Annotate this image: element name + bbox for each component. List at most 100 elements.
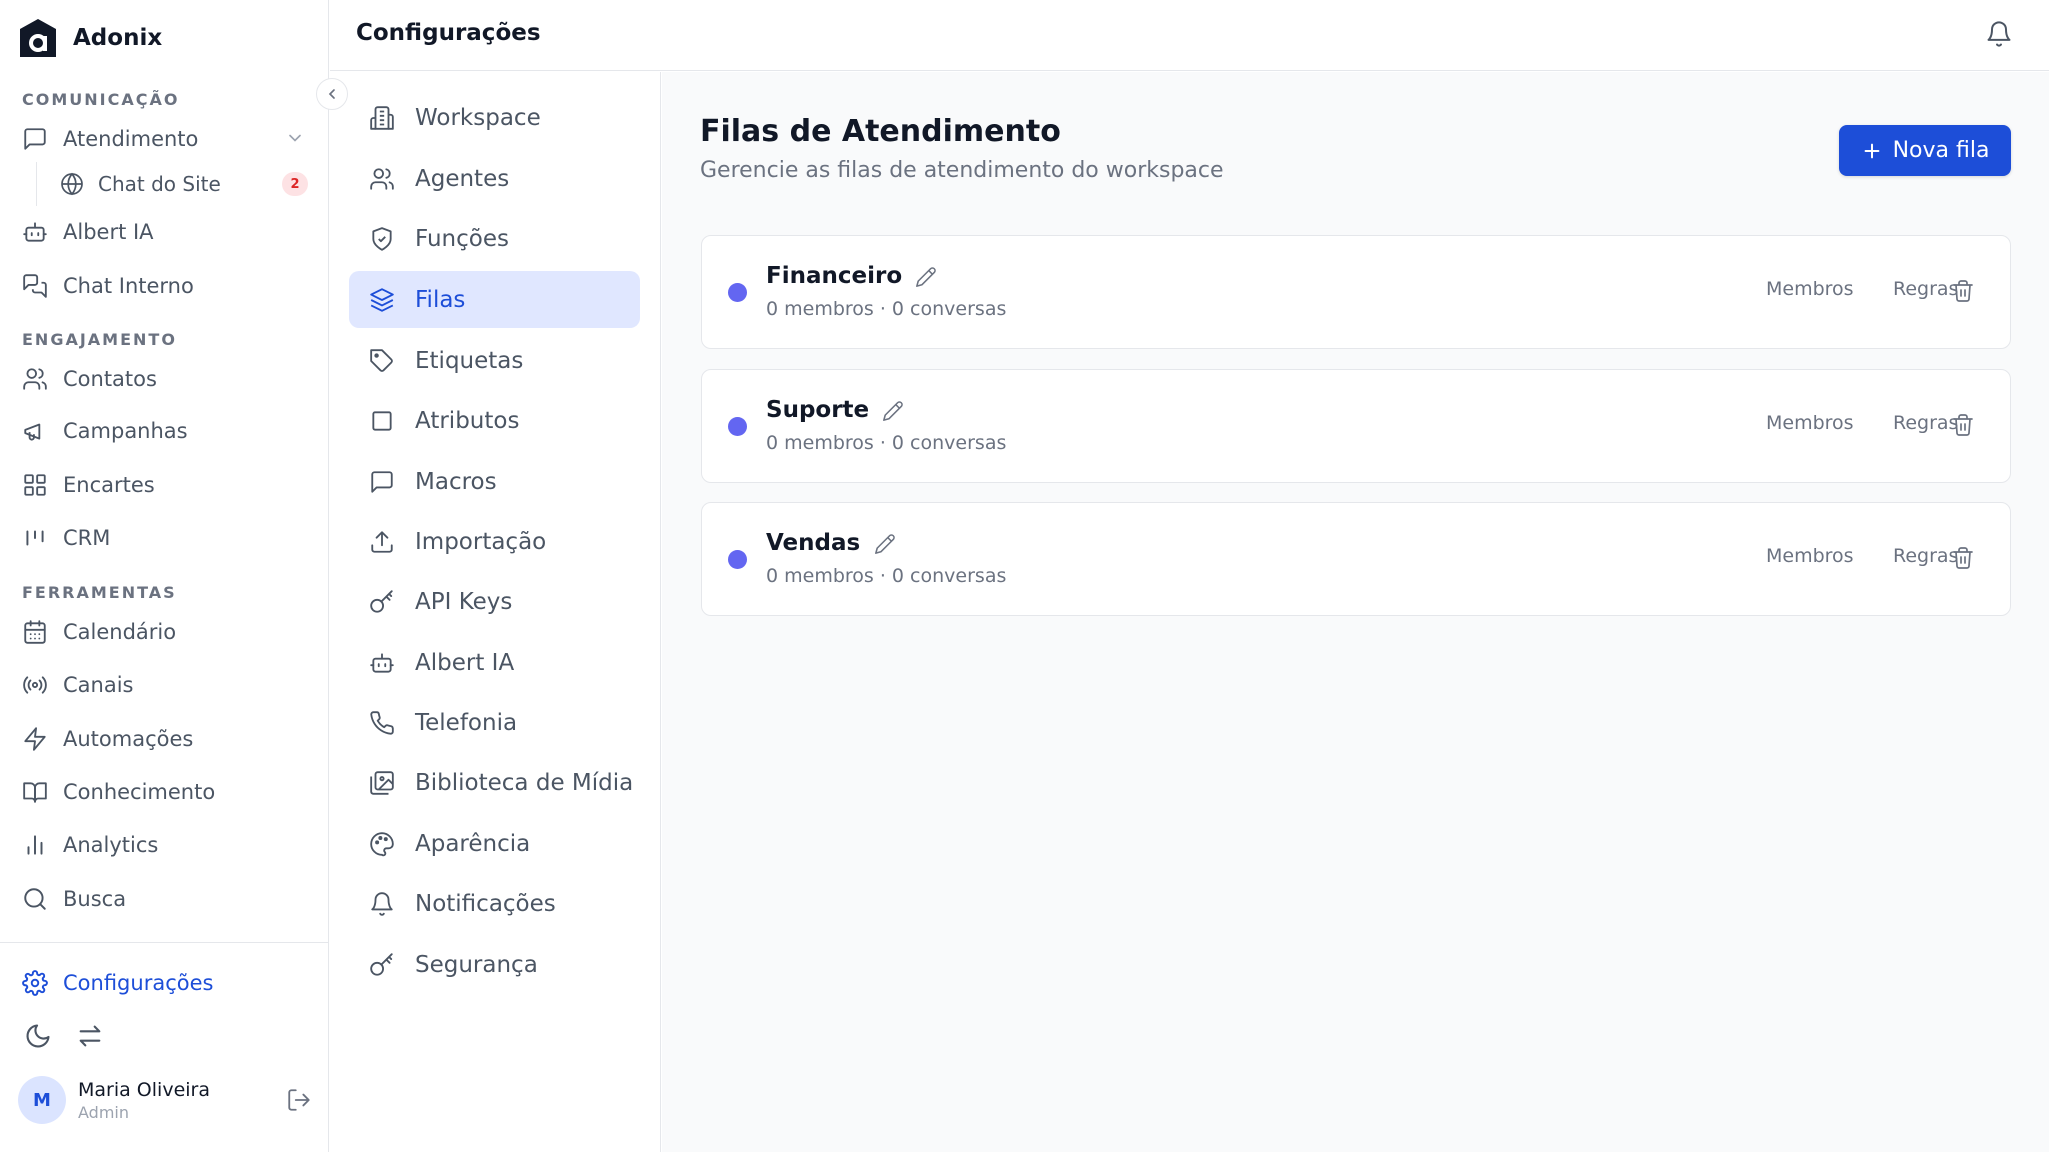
settings-nav-label: Notificações bbox=[415, 890, 556, 917]
sidebar-item-chat-interno[interactable]: Chat Interno bbox=[22, 268, 194, 304]
page-title: Filas de Atendimento bbox=[700, 114, 1061, 149]
queue-name: Vendas bbox=[766, 530, 861, 556]
submenu-guide-line bbox=[36, 162, 37, 206]
settings-nav-api-keys[interactable]: API Keys bbox=[349, 573, 640, 630]
queue-members-link[interactable]: Membros bbox=[1766, 412, 1854, 434]
sidebar-item-configuracoes[interactable]: Configurações bbox=[22, 965, 213, 1001]
settings-nav-telefonia[interactable]: Telefonia bbox=[349, 694, 640, 751]
sidebar-item-calendario[interactable]: Calendário bbox=[22, 614, 176, 650]
sidebar-item-busca[interactable]: Busca bbox=[22, 881, 126, 917]
settings-nav-macros[interactable]: Macros bbox=[349, 453, 640, 510]
settings-nav-seguranca[interactable]: Segurança bbox=[349, 936, 640, 993]
settings-nav-label: Workspace bbox=[415, 104, 541, 131]
settings-nav-label: Aparência bbox=[415, 830, 531, 857]
sidebar-item-label: Calendário bbox=[63, 620, 177, 644]
queue-card: Suporte 0 membros · 0 conversas Membros … bbox=[701, 369, 2011, 483]
sidebar-item-label: Chat do Site bbox=[98, 172, 221, 196]
settings-nav-importacao[interactable]: Importação bbox=[349, 513, 640, 570]
settings-nav-label: Funções bbox=[415, 225, 509, 252]
trash-icon[interactable] bbox=[1951, 279, 1975, 303]
sidebar-item-analytics[interactable]: Analytics bbox=[22, 827, 158, 863]
square-icon bbox=[369, 408, 395, 434]
settings-nav-label: Importação bbox=[415, 528, 547, 555]
phone-icon bbox=[369, 710, 395, 736]
main-sidebar: Adonix Comunicação Atendimento Chat do S… bbox=[0, 0, 329, 1152]
images-icon bbox=[369, 770, 395, 796]
pencil-icon[interactable] bbox=[874, 533, 896, 555]
user-profile[interactable]: M Maria Oliveira Admin bbox=[18, 1076, 312, 1124]
chevron-down-icon[interactable] bbox=[285, 128, 305, 148]
trash-icon[interactable] bbox=[1951, 546, 1975, 570]
settings-nav-aparencia[interactable]: Aparência bbox=[349, 815, 640, 872]
main-content: Filas de Atendimento Gerencie as filas d… bbox=[662, 72, 2049, 1152]
queue-members-link[interactable]: Membros bbox=[1766, 545, 1854, 567]
bell-icon[interactable] bbox=[1985, 20, 2013, 48]
palette-icon bbox=[369, 831, 395, 857]
queue-card: Financeiro 0 membros · 0 conversas Membr… bbox=[701, 235, 2011, 349]
sidebar-item-chat-do-site[interactable]: Chat do Site 2 bbox=[60, 166, 308, 202]
sidebar-item-label: CRM bbox=[63, 526, 111, 550]
settings-nav-label: Filas bbox=[415, 286, 466, 313]
settings-nav-agentes[interactable]: Agentes bbox=[349, 150, 640, 207]
user-info: Maria Oliveira Admin bbox=[78, 1079, 210, 1122]
shield-icon bbox=[369, 226, 395, 252]
bot-icon bbox=[369, 650, 395, 676]
switch-arrows-icon[interactable] bbox=[76, 1022, 104, 1050]
sidebar-item-conhecimento[interactable]: Conhecimento bbox=[22, 774, 215, 810]
settings-nav-label: Albert IA bbox=[415, 649, 515, 676]
sidebar-item-canais[interactable]: Canais bbox=[22, 667, 134, 703]
moon-icon[interactable] bbox=[24, 1022, 52, 1050]
sidebar-item-label: Automações bbox=[63, 727, 194, 751]
sidebar-item-encartes[interactable]: Encartes bbox=[22, 467, 155, 503]
new-queue-button[interactable]: Nova fila bbox=[1839, 125, 2011, 176]
settings-nav-biblioteca-de-midia[interactable]: Biblioteca de Mídia bbox=[349, 754, 640, 811]
queue-meta: 0 membros · 0 conversas bbox=[766, 565, 1007, 587]
unread-badge: 2 bbox=[282, 172, 308, 196]
messages-icon bbox=[22, 273, 48, 299]
settings-nav-etiquetas[interactable]: Etiquetas bbox=[349, 332, 640, 389]
pencil-icon[interactable] bbox=[882, 400, 904, 422]
settings-nav-label: Biblioteca de Mídia bbox=[415, 769, 634, 796]
queue-rules-link[interactable]: Regras bbox=[1893, 278, 1958, 300]
section-label-engajamento: Engajamento bbox=[22, 330, 177, 349]
pencil-icon[interactable] bbox=[915, 266, 937, 288]
queue-color-dot bbox=[728, 550, 747, 569]
globe-icon bbox=[60, 172, 84, 196]
sidebar-item-label: Albert IA bbox=[63, 220, 154, 244]
trash-icon[interactable] bbox=[1951, 413, 1975, 437]
queue-rules-link[interactable]: Regras bbox=[1893, 545, 1958, 567]
settings-nav-label: Segurança bbox=[415, 951, 538, 978]
settings-nav: Workspace Agentes Funções Filas Etiqueta… bbox=[330, 72, 661, 1152]
queue-rules-link[interactable]: Regras bbox=[1893, 412, 1958, 434]
user-name: Maria Oliveira bbox=[78, 1078, 210, 1101]
settings-nav-albert-ia[interactable]: Albert IA bbox=[349, 634, 640, 691]
megaphone-icon bbox=[22, 418, 48, 444]
settings-nav-filas[interactable]: Filas bbox=[349, 271, 640, 328]
settings-nav-notificacoes[interactable]: Notificações bbox=[349, 875, 640, 932]
new-queue-button-label: Nova fila bbox=[1892, 138, 1990, 163]
upload-icon bbox=[369, 529, 395, 555]
sidebar-item-crm[interactable]: CRM bbox=[22, 520, 110, 556]
sidebar-item-automacoes[interactable]: Automações bbox=[22, 721, 193, 757]
plus-icon bbox=[1861, 140, 1883, 162]
sidebar-item-atendimento[interactable]: Atendimento bbox=[22, 121, 198, 157]
sidebar-item-campanhas[interactable]: Campanhas bbox=[22, 413, 188, 449]
settings-nav-funcoes[interactable]: Funções bbox=[349, 210, 640, 267]
message-square-icon bbox=[22, 126, 48, 152]
settings-nav-label: API Keys bbox=[415, 588, 513, 615]
radio-icon bbox=[22, 672, 48, 698]
sidebar-item-label: Canais bbox=[63, 673, 134, 697]
queue-name: Financeiro bbox=[766, 263, 903, 289]
sidebar-item-contatos[interactable]: Contatos bbox=[22, 361, 157, 397]
sidebar-collapse-button[interactable] bbox=[316, 78, 348, 110]
queue-color-dot bbox=[728, 417, 747, 436]
settings-nav-label: Macros bbox=[415, 468, 497, 495]
gear-icon bbox=[22, 970, 48, 996]
queue-name: Suporte bbox=[766, 397, 870, 423]
settings-nav-workspace[interactable]: Workspace bbox=[349, 89, 640, 146]
brand[interactable]: Adonix bbox=[19, 18, 162, 58]
logout-icon[interactable] bbox=[286, 1087, 312, 1113]
settings-nav-atributos[interactable]: Atributos bbox=[349, 392, 640, 449]
queue-members-link[interactable]: Membros bbox=[1766, 278, 1854, 300]
sidebar-item-albert-ia[interactable]: Albert IA bbox=[22, 214, 154, 250]
